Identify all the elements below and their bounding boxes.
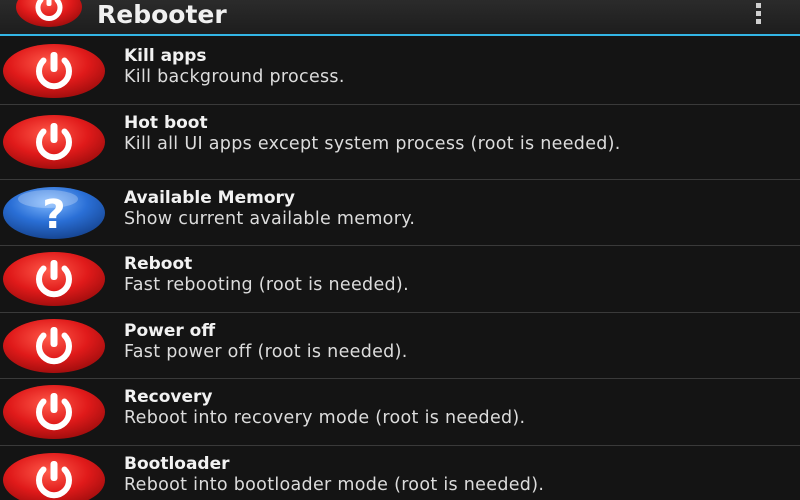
item-title: Power off <box>124 321 216 341</box>
item-title: Hot boot <box>124 113 208 133</box>
item-subtitle: Kill background process. <box>124 67 345 87</box>
list-item-bootloader[interactable]: Bootloader Reboot into bootloader mode (… <box>0 446 800 500</box>
list-item-available-memory[interactable]: ? Available Memory Show current availabl… <box>0 180 800 246</box>
item-subtitle: Kill all UI apps except system process (… <box>124 134 621 154</box>
rebooter-app: Rebooter Kill apps Kill background proce… <box>0 0 800 500</box>
item-subtitle: Show current available memory. <box>124 209 416 229</box>
item-title: Available Memory <box>124 188 295 208</box>
item-subtitle: Reboot into recovery mode (root is neede… <box>124 408 526 428</box>
list-item-reboot[interactable]: Reboot Fast rebooting (root is needed). <box>0 246 800 313</box>
power-icon <box>3 44 105 98</box>
power-icon <box>3 115 105 169</box>
item-subtitle: Fast rebooting (root is needed). <box>124 275 409 295</box>
power-icon[interactable] <box>14 0 84 28</box>
list-item-recovery[interactable]: Recovery Reboot into recovery mode (root… <box>0 379 800 446</box>
action-bar: Rebooter <box>0 0 800 36</box>
power-icon <box>3 385 105 439</box>
item-title: Kill apps <box>124 46 207 66</box>
help-icon: ? <box>3 187 105 239</box>
app-title: Rebooter <box>97 0 227 29</box>
list-item-kill-apps[interactable]: Kill apps Kill background process. <box>0 38 800 105</box>
item-title: Bootloader <box>124 454 230 474</box>
svg-text:?: ? <box>42 192 65 238</box>
list-item-hot-boot[interactable]: Hot boot Kill all UI apps except system … <box>0 105 800 180</box>
list-item-power-off[interactable]: Power off Fast power off (root is needed… <box>0 313 800 379</box>
power-icon <box>3 319 105 373</box>
item-subtitle: Reboot into bootloader mode (root is nee… <box>124 475 545 495</box>
item-subtitle: Fast power off (root is needed). <box>124 342 408 362</box>
power-icon <box>3 252 105 306</box>
item-title: Recovery <box>124 387 213 407</box>
item-title: Reboot <box>124 254 193 274</box>
power-icon <box>3 453 105 500</box>
overflow-menu-icon[interactable] <box>750 2 766 28</box>
